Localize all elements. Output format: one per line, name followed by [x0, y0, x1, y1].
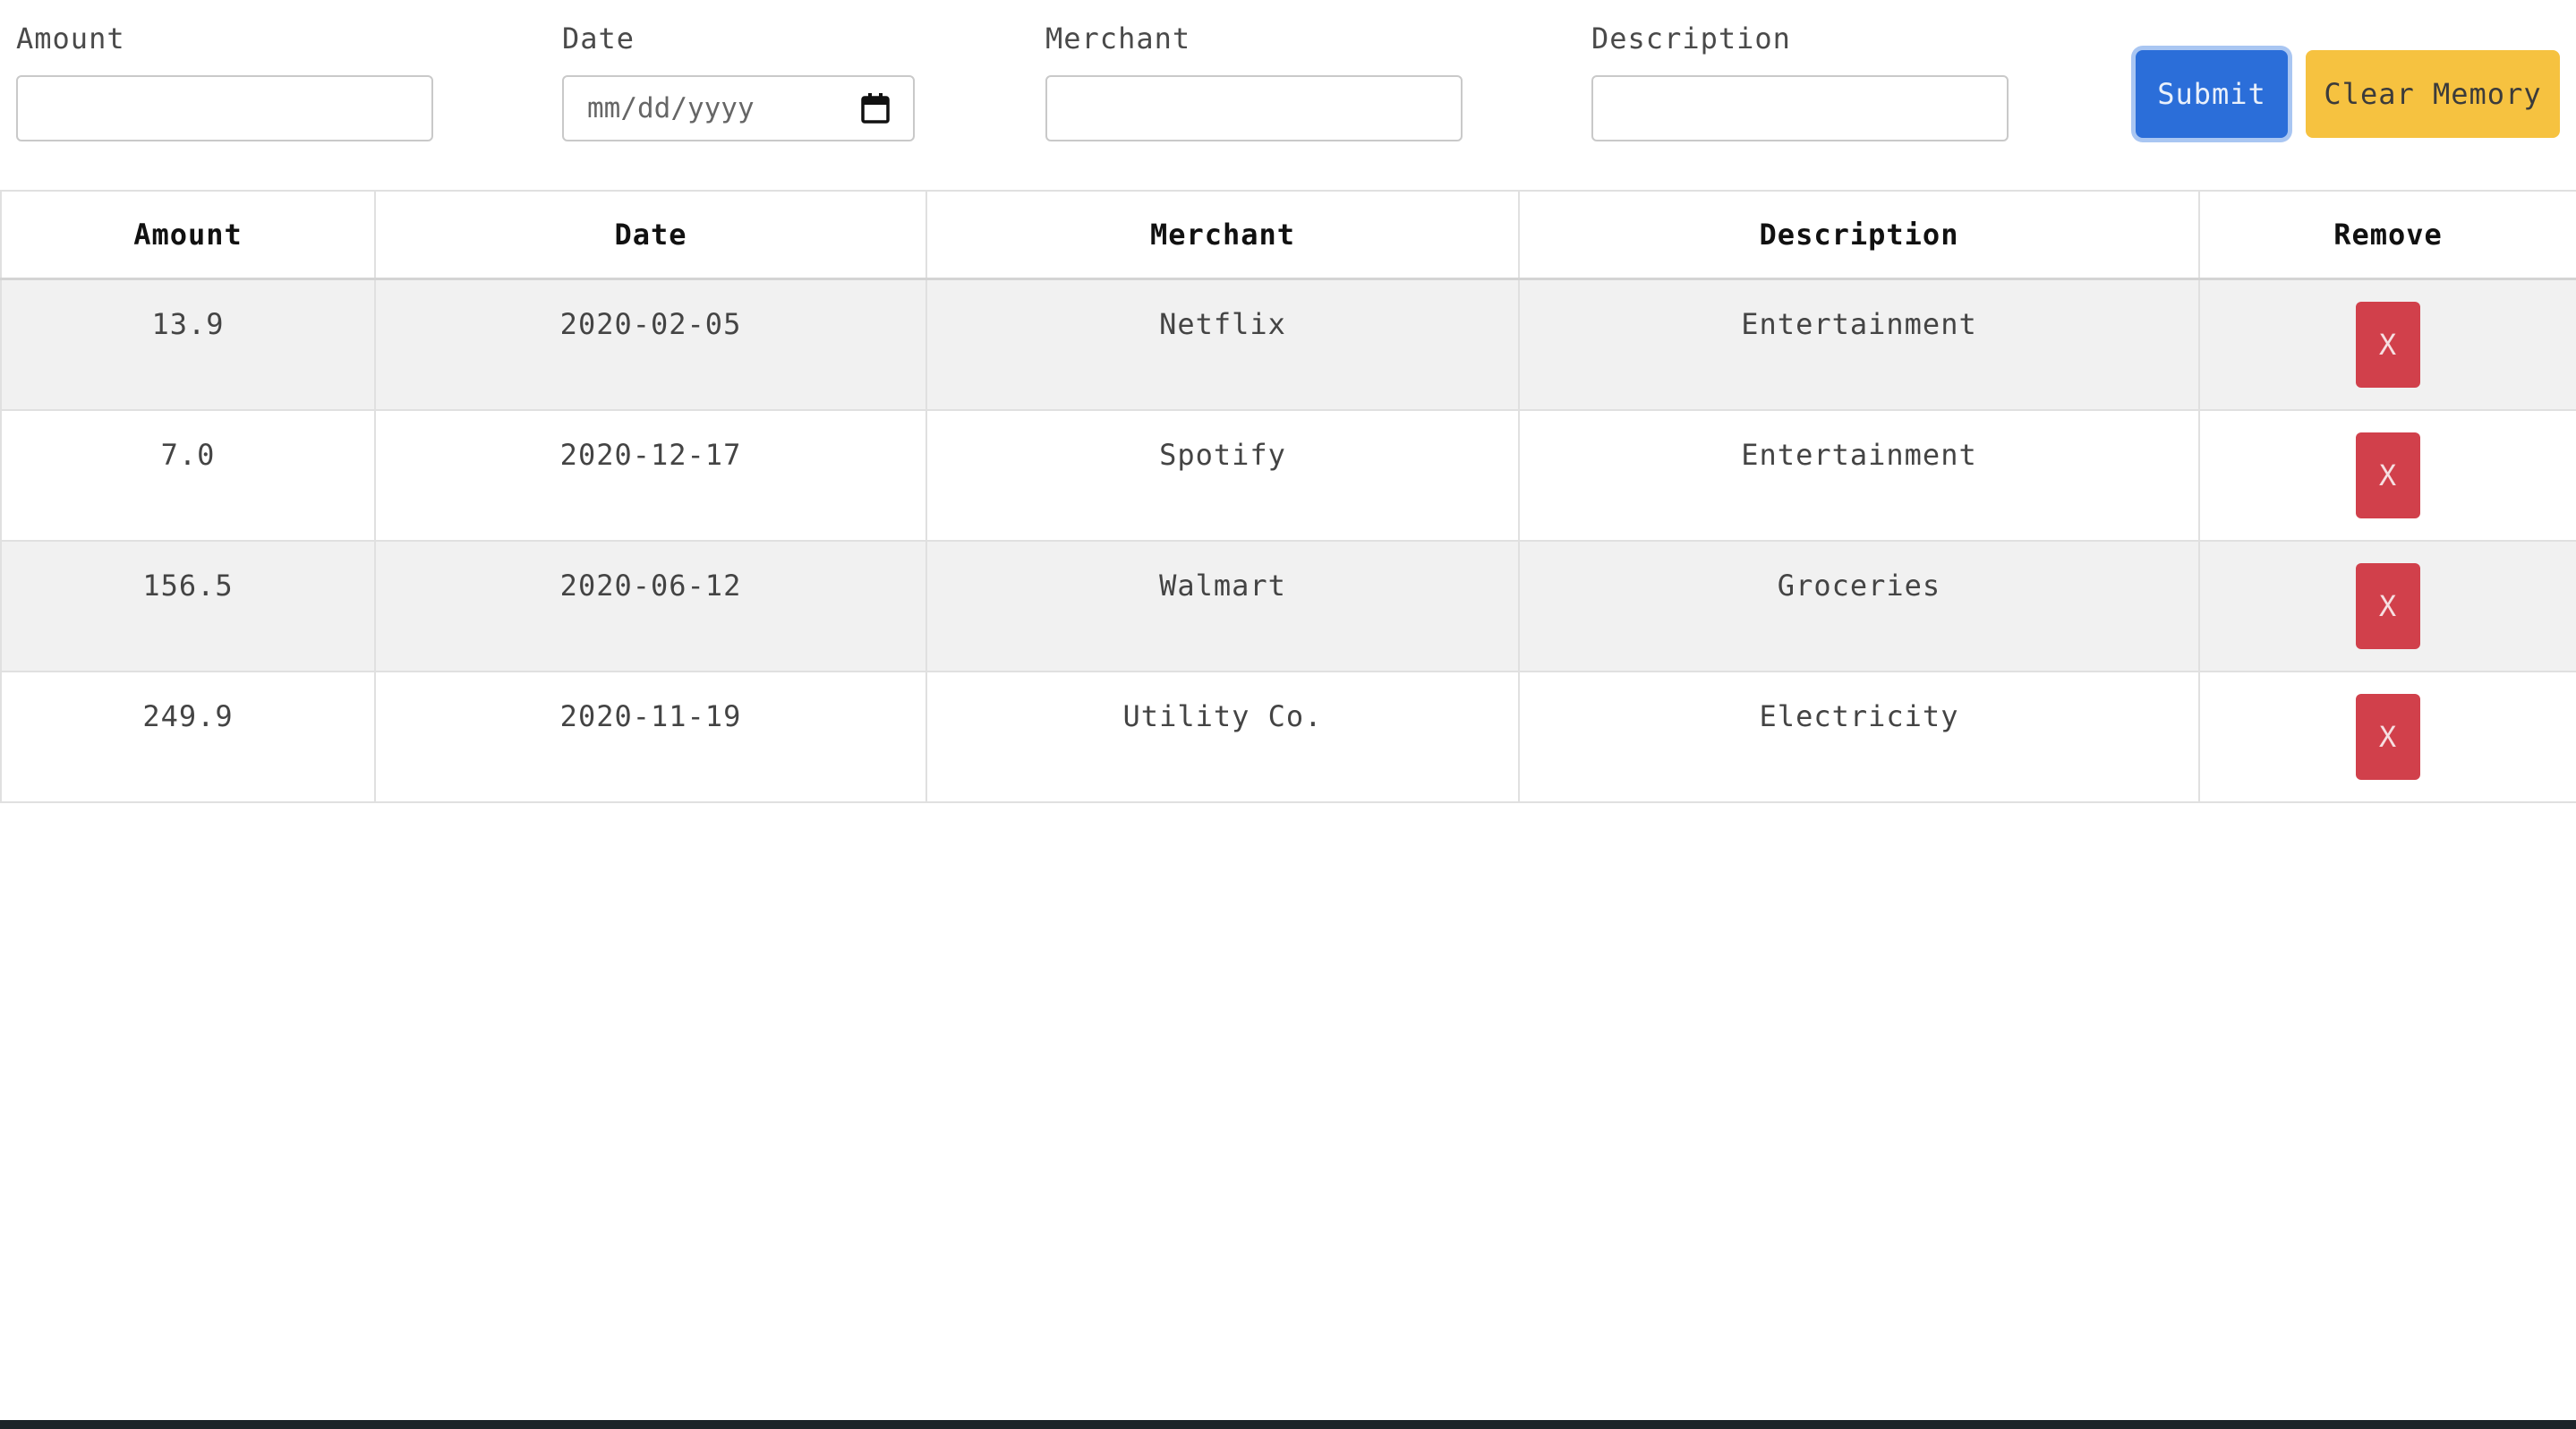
- merchant-input[interactable]: [1045, 75, 1463, 141]
- remove-cell: X: [2198, 409, 2576, 542]
- merchant-cell: Utility Co.: [925, 671, 1520, 803]
- description-value: Groceries: [1777, 569, 1941, 603]
- header-date: Date: [374, 190, 927, 280]
- amount-value: 156.5: [142, 569, 234, 603]
- table-row: 13.9 2020-02-05 Netflix Entertainment X: [0, 278, 2576, 411]
- submit-button[interactable]: Submit: [2136, 50, 2288, 138]
- header-merchant: Merchant: [925, 190, 1520, 280]
- merchant-cell: Netflix: [925, 278, 1520, 411]
- merchant-label: Merchant: [1045, 21, 1191, 56]
- date-cell: 2020-06-12: [374, 540, 927, 672]
- header-remove: Remove: [2198, 190, 2576, 280]
- date-label: Date: [562, 21, 635, 56]
- table-row: 156.5 2020-06-12 Walmart Groceries X: [0, 540, 2576, 672]
- amount-cell: 249.9: [0, 671, 376, 803]
- amount-value: 249.9: [142, 699, 234, 733]
- merchant-value: Netflix: [1159, 307, 1286, 341]
- amount-value: 13.9: [151, 307, 225, 341]
- description-input[interactable]: [1591, 75, 2009, 141]
- header-description: Description: [1518, 190, 2200, 280]
- description-cell: Entertainment: [1518, 278, 2200, 411]
- merchant-cell: Spotify: [925, 409, 1520, 542]
- merchant-cell: Walmart: [925, 540, 1520, 672]
- date-value: 2020-02-05: [559, 307, 742, 341]
- remove-cell: X: [2198, 278, 2576, 411]
- description-cell: Groceries: [1518, 540, 2200, 672]
- amount-cell: 13.9: [0, 278, 376, 411]
- description-value: Entertainment: [1741, 307, 1977, 341]
- amount-label: Amount: [16, 21, 125, 56]
- merchant-value: Utility Co.: [1122, 699, 1323, 733]
- remove-cell: X: [2198, 671, 2576, 803]
- remove-button[interactable]: X: [2356, 694, 2420, 780]
- description-label: Description: [1591, 21, 1791, 56]
- amount-cell: 7.0: [0, 409, 376, 542]
- clear-memory-button[interactable]: Clear Memory: [2306, 50, 2560, 138]
- table-row: 249.9 2020-11-19 Utility Co. Electricity…: [0, 671, 2576, 803]
- amount-cell: 156.5: [0, 540, 376, 672]
- header-amount: Amount: [0, 190, 376, 280]
- date-cell: 2020-02-05: [374, 278, 927, 411]
- amount-value: 7.0: [160, 438, 216, 472]
- remove-button[interactable]: X: [2356, 302, 2420, 388]
- window-bottom-edge: [0, 1420, 2576, 1429]
- date-placeholder: mm/dd/yyyy: [587, 92, 755, 124]
- expense-form: Amount Date mm/dd/yyyy Merchant Descript…: [0, 0, 2576, 188]
- calendar-icon[interactable]: [861, 93, 890, 124]
- expense-table: Amount Date Merchant Description Remove …: [0, 190, 2576, 803]
- table-header-row: Amount Date Merchant Description Remove: [0, 190, 2576, 280]
- date-cell: 2020-11-19: [374, 671, 927, 803]
- description-cell: Electricity: [1518, 671, 2200, 803]
- merchant-value: Walmart: [1159, 569, 1286, 603]
- date-input[interactable]: mm/dd/yyyy: [562, 75, 915, 141]
- table-row: 7.0 2020-12-17 Spotify Entertainment X: [0, 409, 2576, 542]
- description-value: Electricity: [1759, 699, 1959, 733]
- date-value: 2020-12-17: [559, 438, 742, 472]
- description-cell: Entertainment: [1518, 409, 2200, 542]
- description-value: Entertainment: [1741, 438, 1977, 472]
- amount-input[interactable]: [16, 75, 433, 141]
- merchant-value: Spotify: [1159, 438, 1286, 472]
- remove-button[interactable]: X: [2356, 432, 2420, 518]
- date-value: 2020-11-19: [559, 699, 742, 733]
- expense-tracker-page: Amount Date mm/dd/yyyy Merchant Descript…: [0, 0, 2576, 1429]
- remove-button[interactable]: X: [2356, 563, 2420, 649]
- remove-cell: X: [2198, 540, 2576, 672]
- date-value: 2020-06-12: [559, 569, 742, 603]
- date-cell: 2020-12-17: [374, 409, 927, 542]
